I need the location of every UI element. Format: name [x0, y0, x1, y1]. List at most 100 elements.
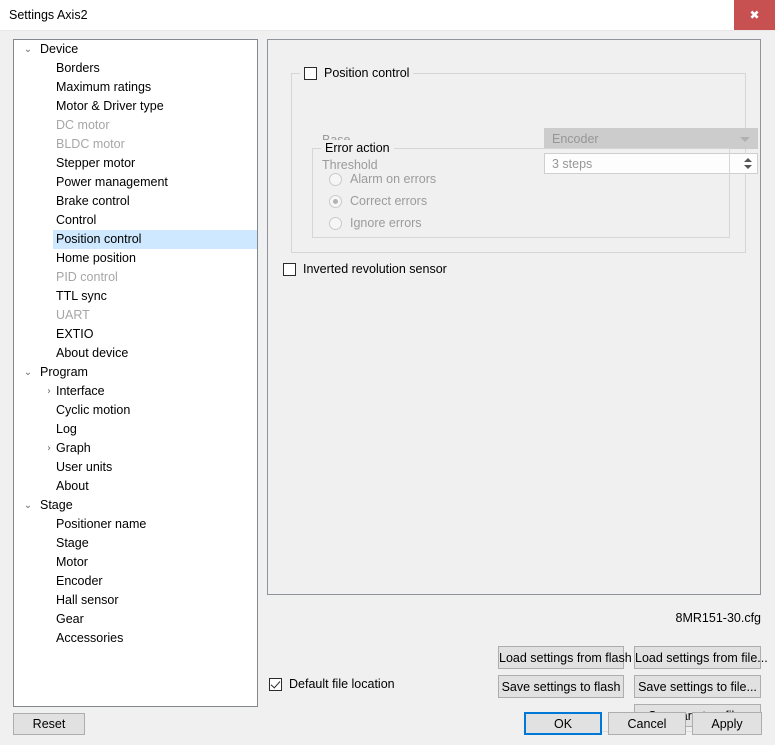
base-select[interactable]: Encoder — [544, 128, 758, 149]
tree-item-label: About device — [56, 344, 128, 363]
tree-item-label: DC motor — [56, 116, 109, 135]
default-file-location-checkbox[interactable] — [269, 678, 282, 691]
tree-item-label: About — [56, 477, 89, 496]
tree-item-extio[interactable]: EXTIO — [14, 325, 257, 344]
tree-item-user-units[interactable]: User units — [14, 458, 257, 477]
load-settings-from-file-button[interactable]: Load settings from file... — [634, 646, 761, 669]
tree-item-motor-driver-type[interactable]: Motor & Driver type — [14, 97, 257, 116]
radio-alarm-on-errors[interactable]: Alarm on errors — [329, 171, 436, 187]
tree-item-label: Accessories — [56, 629, 123, 648]
tree-item-label: Brake control — [56, 192, 130, 211]
close-button[interactable]: ✖ — [734, 0, 775, 30]
chevron-down-icon — [740, 137, 750, 142]
error-action-groupbox: Error action Alarm on errors Correct err… — [312, 148, 730, 238]
tree-item-cyclic-motion[interactable]: Cyclic motion — [14, 401, 257, 420]
tree-item-label: Control — [56, 211, 96, 230]
tree-item-graph[interactable]: ›Graph — [14, 439, 257, 458]
stepper-up-icon[interactable] — [744, 158, 752, 162]
position-control-checkbox[interactable] — [304, 67, 317, 80]
tree-item-label: Hall sensor — [56, 591, 119, 610]
radio-ignore-errors-indicator[interactable] — [329, 217, 342, 230]
load-settings-from-flash-button[interactable]: Load settings from flash — [498, 646, 624, 669]
base-select-value: Encoder — [552, 132, 599, 146]
error-action-groupbox-title: Error action — [321, 140, 394, 156]
tree-item-stage[interactable]: ⌄Stage — [14, 496, 257, 515]
chevron-down-icon[interactable]: ⌄ — [19, 363, 37, 382]
tree-item-borders[interactable]: Borders — [14, 59, 257, 78]
radio-correct-errors-indicator[interactable] — [329, 195, 342, 208]
tree-item-power-management[interactable]: Power management — [14, 173, 257, 192]
tree-item-pid-control[interactable]: PID control — [14, 268, 257, 287]
tree-item-program[interactable]: ⌄Program — [14, 363, 257, 382]
tree-item-gear[interactable]: Gear — [14, 610, 257, 629]
tree-item-label: BLDC motor — [56, 135, 125, 154]
tree-item-label: Position control — [56, 230, 141, 249]
tree-item-stepper-motor[interactable]: Stepper motor — [14, 154, 257, 173]
tree-item-positioner-name[interactable]: Positioner name — [14, 515, 257, 534]
radio-alarm-on-errors-label: Alarm on errors — [350, 172, 436, 186]
radio-ignore-errors[interactable]: Ignore errors — [329, 215, 422, 231]
tree-item-uart[interactable]: UART — [14, 306, 257, 325]
radio-correct-errors-label: Correct errors — [350, 194, 427, 208]
position-control-panel: Position control Base Encoder Threshold … — [267, 39, 761, 595]
tree-item-label: Motor & Driver type — [56, 97, 164, 116]
tree-item-about-device[interactable]: About device — [14, 344, 257, 363]
tree-item-label: PID control — [56, 268, 118, 287]
inverted-revolution-sensor-checkbox[interactable] — [283, 263, 296, 276]
tree-item-label: Stage — [40, 496, 73, 515]
inverted-revolution-sensor-label: Inverted revolution sensor — [303, 262, 447, 276]
tree-item-dc-motor[interactable]: DC motor — [14, 116, 257, 135]
threshold-stepper-buttons[interactable] — [739, 154, 756, 173]
stepper-down-icon[interactable] — [744, 165, 752, 169]
tree-item-label: Stage — [56, 534, 89, 553]
tree-item-position-control[interactable]: Position control — [14, 230, 257, 249]
settings-tree[interactable]: ⌄DeviceBordersMaximum ratingsMotor & Dri… — [13, 39, 258, 707]
inverted-revolution-sensor-row[interactable]: Inverted revolution sensor — [283, 262, 447, 276]
tree-item-motor[interactable]: Motor — [14, 553, 257, 572]
ok-button[interactable]: OK — [524, 712, 602, 735]
tree-item-brake-control[interactable]: Brake control — [14, 192, 257, 211]
tree-item-label: Device — [40, 40, 78, 59]
window-title: Settings Axis2 — [9, 8, 88, 22]
tree-item-stage[interactable]: Stage — [14, 534, 257, 553]
save-settings-to-file-button[interactable]: Save settings to file... — [634, 675, 761, 698]
tree-item-bldc-motor[interactable]: BLDC motor — [14, 135, 257, 154]
tree-item-label: UART — [56, 306, 90, 325]
chevron-down-icon[interactable]: ⌄ — [19, 40, 37, 59]
default-file-location-row[interactable]: Default file location — [269, 677, 395, 691]
tree-item-label: Program — [40, 363, 88, 382]
tree-item-label: Maximum ratings — [56, 78, 151, 97]
tree-item-label: Home position — [56, 249, 136, 268]
settings-dialog: ⌄DeviceBordersMaximum ratingsMotor & Dri… — [0, 31, 775, 745]
close-icon: ✖ — [734, 0, 775, 30]
radio-correct-errors[interactable]: Correct errors — [329, 193, 427, 209]
tree-item-label: User units — [56, 458, 112, 477]
config-file-name: 8MR151-30.cfg — [267, 611, 761, 625]
tree-item-ttl-sync[interactable]: TTL sync — [14, 287, 257, 306]
tree-item-label: Positioner name — [56, 515, 146, 534]
reset-button[interactable]: Reset — [13, 713, 85, 735]
radio-ignore-errors-label: Ignore errors — [350, 216, 422, 230]
tree-item-control[interactable]: Control — [14, 211, 257, 230]
tree-item-encoder[interactable]: Encoder — [14, 572, 257, 591]
tree-item-label: Log — [56, 420, 77, 439]
position-control-groupbox: Position control Base Encoder Threshold … — [291, 73, 746, 253]
tree-item-accessories[interactable]: Accessories — [14, 629, 257, 648]
radio-alarm-on-errors-indicator[interactable] — [329, 173, 342, 186]
tree-item-interface[interactable]: ›Interface — [14, 382, 257, 401]
tree-item-label: Interface — [56, 382, 105, 401]
chevron-down-icon[interactable]: ⌄ — [19, 496, 37, 515]
cancel-button[interactable]: Cancel — [608, 712, 686, 735]
tree-item-home-position[interactable]: Home position — [14, 249, 257, 268]
tree-item-label: Power management — [56, 173, 168, 192]
tree-item-maximum-ratings[interactable]: Maximum ratings — [14, 78, 257, 97]
tree-item-about[interactable]: About — [14, 477, 257, 496]
tree-item-log[interactable]: Log — [14, 420, 257, 439]
tree-item-label: EXTIO — [56, 325, 94, 344]
tree-item-device[interactable]: ⌄Device — [14, 40, 257, 59]
tree-item-hall-sensor[interactable]: Hall sensor — [14, 591, 257, 610]
tree-item-label: TTL sync — [56, 287, 107, 306]
tree-item-label: Graph — [56, 439, 91, 458]
save-settings-to-flash-button[interactable]: Save settings to flash — [498, 675, 624, 698]
apply-button[interactable]: Apply — [692, 712, 762, 735]
